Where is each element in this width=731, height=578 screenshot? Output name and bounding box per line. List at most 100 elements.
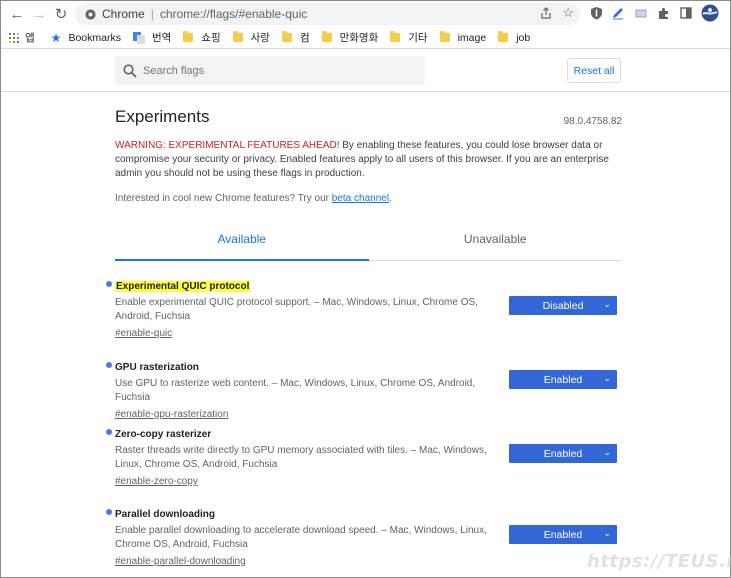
flag-name: GPU rasterization <box>115 362 199 373</box>
bookmark-label: 만화영화 <box>339 32 379 44</box>
flag-id-link[interactable]: #enable-zero-copy <box>115 476 198 487</box>
folder-icon <box>439 31 450 42</box>
bookmark-folder-shopping[interactable]: 쇼핑 <box>183 30 221 45</box>
page-title: Experiments <box>115 107 210 126</box>
puzzle-extensions-icon[interactable] <box>655 5 671 21</box>
flag-description: Enable experimental QUIC protocol suppor… <box>115 297 478 322</box>
search-input[interactable] <box>143 64 403 77</box>
folder-icon <box>498 31 509 42</box>
flag-name: Parallel downloading <box>115 509 216 520</box>
flag-id-link[interactable]: #enable-gpu-rasterization <box>115 409 228 420</box>
folder-icon <box>183 31 194 42</box>
share-icon[interactable] <box>540 7 552 19</box>
flag-bullet <box>106 429 112 435</box>
profile-avatar[interactable] <box>701 4 719 22</box>
browser-toolbar: ← → ↻ Chrome | chrome://flags/#enable-qu… <box>1 1 730 27</box>
folder-icon <box>321 31 332 42</box>
url-separator: | <box>150 7 154 21</box>
bookmark-folder-etc[interactable]: 기타 <box>390 30 428 45</box>
beta-promo: Interested in cool new Chrome features? … <box>115 193 622 204</box>
warning-message: WARNING: EXPERIMENTAL FEATURES AHEAD! By… <box>115 139 622 181</box>
flag-select-value: Enabled <box>543 373 583 386</box>
flag-name: Experimental QUIC protocol <box>115 281 251 292</box>
tab-available[interactable]: Available <box>115 218 369 261</box>
bookmark-label: 번역 <box>151 32 172 44</box>
pen-extension-icon[interactable] <box>610 5 626 21</box>
flag-item: Experimental QUIC protocol Enable experi… <box>106 277 622 339</box>
flag-select[interactable]: Enabled ⌄ <box>509 525 617 544</box>
flag-id-link[interactable]: #enable-parallel-downloading <box>115 556 246 567</box>
flag-description: Use GPU to rasterize web content. – Mac,… <box>115 378 476 403</box>
flag-description: Enable parallel downloading to accelerat… <box>115 525 487 550</box>
flag-select-value: Enabled <box>543 447 583 460</box>
folder-icon <box>281 31 292 42</box>
chevron-down-icon: ⌄ <box>603 373 611 383</box>
translate-icon <box>132 31 145 44</box>
flag-name: Zero-copy rasterizer <box>115 429 212 440</box>
flag-bullet <box>106 362 112 368</box>
address-bar[interactable]: Chrome | chrome://flags/#enable-quic ☆ <box>75 3 580 25</box>
bookmark-label: 기타 <box>408 32 428 44</box>
side-panel-icon[interactable] <box>678 5 694 21</box>
site-label: Chrome <box>102 7 145 21</box>
apps-grid-icon <box>9 32 19 43</box>
folder-icon <box>232 31 243 42</box>
bookmark-star-icon[interactable]: ☆ <box>562 5 574 21</box>
chevron-down-icon: ⌄ <box>603 447 611 457</box>
back-icon[interactable]: ← <box>5 2 29 26</box>
beta-channel-link[interactable]: beta channel <box>332 193 389 204</box>
forward-icon[interactable]: → <box>27 2 51 26</box>
version-label: 98.0.4758.82 <box>563 116 622 127</box>
omnibox-actions: ☆ <box>540 5 574 21</box>
flag-bullet <box>106 509 112 515</box>
bookmark-folder-love[interactable]: 사랑 <box>232 30 270 45</box>
flag-id-link[interactable]: #enable-quic <box>115 328 172 339</box>
window-extension-icon[interactable] <box>633 5 649 21</box>
bookmark-folder-cartoon[interactable]: 만화영화 <box>321 30 379 45</box>
shield-extension-icon[interactable] <box>588 5 604 21</box>
flag-item: Zero-copy rasterizer Raster threads writ… <box>106 425 622 487</box>
bookmark-label: job <box>516 31 531 44</box>
bookmark-label: 쇼핑 <box>201 32 221 44</box>
chevron-down-icon: ⌄ <box>603 528 611 538</box>
flag-select[interactable]: Enabled ⌄ <box>509 444 617 463</box>
folder-icon <box>390 31 401 42</box>
flag-item: GPU rasterization Use GPU to rasterize w… <box>106 358 622 420</box>
star-icon: ★ <box>50 30 62 45</box>
bookmark-apps[interactable]: 앱 <box>9 30 35 45</box>
bookmark-folder-com[interactable]: 컴 <box>281 30 310 45</box>
bookmark-bookmarks[interactable]: ★ Bookmarks <box>51 31 121 45</box>
experiments-content: Experiments 98.0.4758.82 WARNING: EXPERI… <box>115 92 622 261</box>
tab-bar: Available Unavailable <box>115 218 622 261</box>
bookmark-label: 컴 <box>299 32 310 44</box>
title-row: Experiments 98.0.4758.82 <box>115 92 622 130</box>
flag-select-value: Disabled <box>542 299 584 312</box>
tab-unavailable[interactable]: Unavailable <box>369 218 623 260</box>
search-box[interactable] <box>115 56 425 85</box>
flag-select[interactable]: Enabled ⌄ <box>509 370 617 389</box>
chevron-down-icon: ⌄ <box>603 299 611 309</box>
bookmark-folder-job[interactable]: job <box>498 31 531 44</box>
flag-description: Raster threads write directly to GPU mem… <box>115 445 487 470</box>
reload-icon[interactable]: ↻ <box>49 2 73 26</box>
flag-bullet <box>106 281 112 287</box>
flags-header: Reset all <box>1 49 730 92</box>
bookmark-label: Bookmarks <box>68 31 121 44</box>
flag-select[interactable]: Disabled ⌄ <box>509 296 617 315</box>
warning-heading: WARNING: EXPERIMENTAL FEATURES AHEAD! <box>115 140 340 151</box>
beta-promo-text: Interested in cool new Chrome features? … <box>115 193 332 204</box>
bookmark-label: 앱 <box>25 32 35 44</box>
bookmark-folder-image[interactable]: image <box>439 31 487 44</box>
url-text: chrome://flags/#enable-quic <box>159 7 308 21</box>
flag-select-value: Enabled <box>543 528 583 541</box>
reset-all-button[interactable]: Reset all <box>567 58 621 83</box>
watermark: https://TEUS.me <box>587 551 731 572</box>
bookmark-translate[interactable]: 번역 <box>132 30 172 45</box>
flag-item: Parallel downloading Enable parallel dow… <box>106 505 622 567</box>
search-icon <box>123 63 137 78</box>
bookmarks-bar: 앱 ★ Bookmarks 번역 쇼핑 사랑 컴 만화영화 기타 image j… <box>1 27 730 49</box>
beta-promo-end: . <box>389 193 392 204</box>
bookmark-label: 사랑 <box>250 32 270 44</box>
chrome-site-icon <box>85 8 96 20</box>
bookmark-label: image <box>457 31 487 44</box>
